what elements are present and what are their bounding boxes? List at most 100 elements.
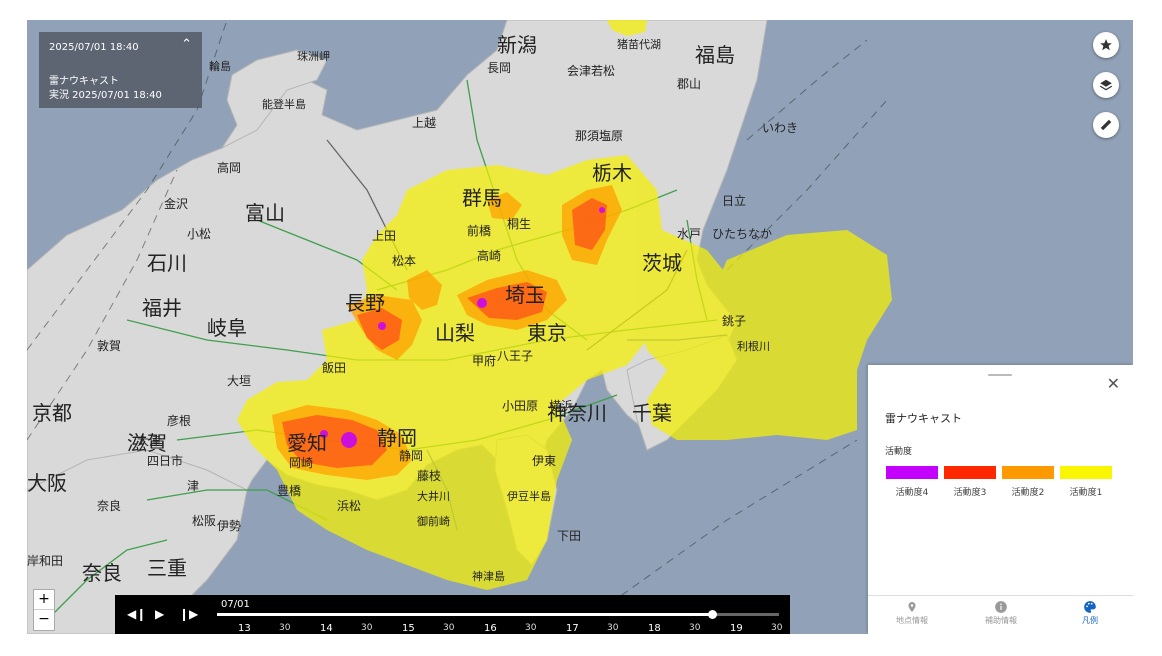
map-city-label: 金沢 bbox=[164, 196, 188, 211]
map-prefecture-label: 京都 bbox=[32, 401, 72, 425]
map-city-label: 那須塩原 bbox=[575, 128, 623, 143]
map-city-label: ひたちなか bbox=[712, 227, 772, 241]
map-prefecture-label: 石川 bbox=[147, 251, 187, 275]
map-prefecture-label: 長野 bbox=[345, 291, 385, 315]
map-city-label: 岡崎 bbox=[289, 456, 313, 470]
timeline-progress bbox=[217, 613, 712, 616]
map-prefecture-label: 愛知 bbox=[287, 431, 327, 455]
map-prefecture-label: 栃木 bbox=[592, 161, 632, 185]
map-feature-label: 大井川 bbox=[417, 489, 450, 503]
map-frame[interactable]: 新潟 福島 富山 石川 福井 長野 岐阜 山梨 群馬 栃木 茨城 埼玉 東京 神奈川 静岡 愛知 千葉 滋賀 三重奈… bbox=[27, 20, 1133, 634]
nav-aux-info-label: 補助情報 bbox=[985, 616, 1017, 625]
timeline-bar: ◀❙ ▶ ❙▶ 07/01 13 30 14 30 15 30 16 30 17 30 18 30 19… bbox=[115, 595, 790, 634]
legend-panel: ✕ 雷ナウキャスト 活動度 活動度4 活動度3 活動度2 活動度1 地点情報 補… bbox=[868, 365, 1133, 634]
ruler-icon bbox=[1100, 119, 1112, 131]
map-city-label: 津 bbox=[187, 479, 199, 493]
map-city-label: 上田 bbox=[372, 229, 396, 243]
map-city-label: 日立 bbox=[722, 193, 746, 208]
map-pin-icon bbox=[908, 602, 916, 612]
map-feature-label: 猪苗代湖 bbox=[617, 38, 661, 51]
nav-point-info[interactable]: 地点情報 bbox=[872, 600, 952, 626]
nav-legend[interactable]: 凡例 bbox=[1050, 600, 1130, 626]
timeline-tick-label: 19 bbox=[730, 623, 743, 634]
map-city-label: 藤枝 bbox=[417, 468, 441, 483]
nav-point-info-label: 地点情報 bbox=[896, 616, 928, 625]
info-observed: 実況 2025/07/01 18:40 bbox=[49, 90, 162, 101]
chevron-up-icon[interactable]: ⌃ bbox=[181, 37, 192, 52]
timeline-tick-label: 30 bbox=[607, 623, 619, 633]
map-prefecture-label: 奈良 bbox=[82, 561, 122, 585]
play-icon[interactable]: ▶ bbox=[155, 607, 164, 621]
map-city-label: 彦根 bbox=[167, 413, 191, 428]
map-city-label: 郡山 bbox=[677, 77, 701, 91]
map-city-label: 上越 bbox=[412, 116, 436, 130]
map-prefecture-label: 富山 bbox=[245, 201, 285, 225]
map-prefecture-label: 東京 bbox=[527, 321, 567, 345]
timeline-tick-label: 15 bbox=[402, 623, 415, 634]
step-forward-icon[interactable]: ❙▶ bbox=[179, 607, 198, 621]
map-prefecture-label: 静岡 bbox=[377, 426, 417, 450]
timeline-tick-label: 30 bbox=[525, 623, 537, 633]
map-prefecture-label: 大阪 bbox=[27, 471, 67, 495]
map-city-label: 前橋 bbox=[467, 223, 491, 238]
map-city-label: 奈良 bbox=[97, 498, 121, 513]
map-feature-label: 御前崎 bbox=[417, 514, 450, 528]
layers-button[interactable] bbox=[1093, 72, 1119, 98]
drag-handle[interactable] bbox=[988, 374, 1012, 376]
map-city-label: 岸和田 bbox=[27, 554, 63, 568]
map-city-label: 会津若松 bbox=[567, 64, 615, 78]
map-city-label: 水戸 bbox=[677, 227, 701, 241]
map-city-label: 高崎 bbox=[477, 248, 501, 263]
info-icon bbox=[995, 601, 1007, 613]
timeline-tick-label: 18 bbox=[648, 623, 661, 634]
info-layer-name: 雷ナウキャスト bbox=[49, 76, 119, 87]
info-box: 2025/07/01 18:40 ⌃ 雷ナウキャスト 実況 2025/07/01… bbox=[39, 32, 202, 108]
timeline-tick-label: 30 bbox=[279, 623, 291, 633]
map-prefecture-label: 群馬 bbox=[462, 186, 502, 210]
step-back-icon[interactable]: ◀❙ bbox=[127, 607, 146, 621]
map-prefecture-label: 福井 bbox=[142, 296, 182, 320]
panel-title: 雷ナウキャスト bbox=[885, 412, 962, 425]
timeline-tick-label: 14 bbox=[320, 623, 333, 634]
zoom-out-button[interactable]: − bbox=[34, 609, 54, 629]
map-city-label: いわき bbox=[762, 121, 798, 135]
nav-legend-label: 凡例 bbox=[1082, 616, 1098, 625]
map-city-label: 甲府 bbox=[472, 353, 496, 368]
timeline-slider[interactable] bbox=[217, 610, 779, 619]
map-prefecture-label: 山梨 bbox=[435, 321, 475, 345]
timeline-thumb[interactable] bbox=[707, 610, 717, 619]
nav-aux-info[interactable]: 補助情報 bbox=[961, 600, 1041, 626]
timeline-tick-label: 30 bbox=[689, 623, 701, 633]
map-prefecture-label: 千葉 bbox=[632, 401, 672, 425]
map-prefecture-label: 新潟 bbox=[497, 33, 537, 57]
map-feature-label: 利根川 bbox=[737, 339, 770, 353]
legend-swatch-level4 bbox=[886, 466, 938, 479]
legend-swatch-level1 bbox=[1060, 466, 1112, 479]
map-city-label: 下田 bbox=[557, 529, 581, 543]
legend-label-level3: 活動度3 bbox=[953, 488, 987, 498]
map-city-label: 高岡 bbox=[217, 160, 241, 175]
legend-swatch-level2 bbox=[1002, 466, 1054, 479]
map-city-label: 四日市 bbox=[147, 453, 183, 468]
map-city-label: 横浜 bbox=[549, 399, 573, 413]
timeline-tick-label: 13 bbox=[238, 623, 251, 634]
timeline-tick-label: 30 bbox=[443, 623, 455, 633]
close-icon[interactable]: ✕ bbox=[1107, 374, 1120, 393]
map-city-label: 豊橋 bbox=[277, 484, 301, 498]
map-city-label: 大津 bbox=[137, 434, 161, 448]
map-prefecture-label: 埼玉 bbox=[505, 283, 545, 307]
timeline-tick-label: 17 bbox=[566, 623, 579, 634]
map-city-label: 八王子 bbox=[497, 349, 533, 363]
star-icon bbox=[1100, 39, 1112, 51]
palette-icon bbox=[1084, 601, 1096, 613]
measure-button[interactable] bbox=[1093, 112, 1119, 138]
zoom-in-button[interactable]: + bbox=[34, 590, 54, 609]
timeline-tick-label: 16 bbox=[484, 623, 497, 634]
map-city-label: 浜松 bbox=[337, 499, 361, 513]
map-feature-label: 神津島 bbox=[472, 569, 505, 583]
favorite-button[interactable] bbox=[1093, 32, 1119, 58]
timeline-tick-label: 30 bbox=[771, 623, 783, 633]
map-city-label: 静岡 bbox=[399, 449, 423, 463]
map-city-label: 桐生 bbox=[507, 217, 531, 231]
map-prefecture-label: 福島 bbox=[695, 43, 735, 67]
